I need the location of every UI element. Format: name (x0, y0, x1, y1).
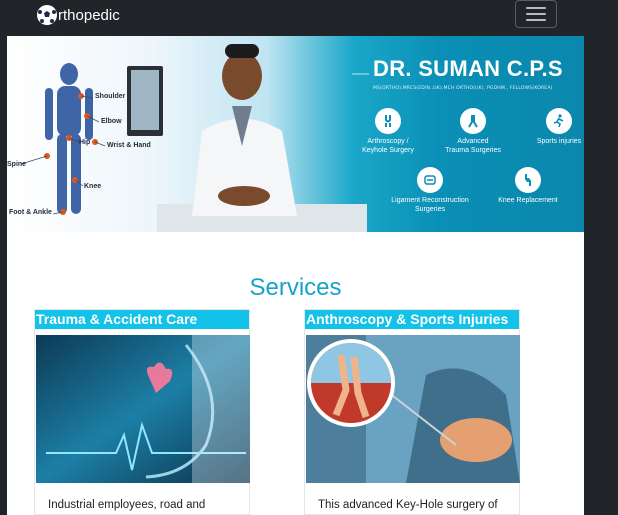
knee-replacement-icon (525, 174, 531, 186)
label-hip: Hip (79, 139, 91, 146)
brand-link[interactable]: rthopedic (35, 4, 120, 26)
left-edge (0, 36, 7, 515)
hamburger-menu-icon (526, 7, 546, 9)
label-wrist-hand: Wrist & Hand (107, 142, 151, 149)
ligament-icon (424, 175, 436, 185)
doctor-qualifications: MS(ORTHO),MRCS(EDIN.,UK),MCH ORTHO(UK), … (373, 86, 553, 91)
running-person-icon (553, 114, 564, 128)
leg-bone-icon (468, 115, 478, 128)
top-navbar: rthopedic (0, 0, 618, 36)
service-trauma: Advanced Trauma Surgeries (439, 108, 507, 155)
label-spine: Spine (7, 161, 27, 168)
soccer-ball-icon (37, 5, 57, 25)
brand-text: rthopedic (58, 6, 120, 24)
label-foot-ankle: Foot & Ankle (9, 209, 52, 216)
service-arthroscopy: Arthroscopy / Keyhole Surgery (357, 108, 419, 155)
knee-joint-icon (385, 115, 391, 127)
services-heading: Services (249, 274, 342, 301)
hero-banner: Shoulder Elbow Hip Wrist & Hand Spine Kn… (7, 36, 584, 232)
card-text: This advanced Key-Hole surgery of (318, 499, 498, 511)
service-ligament: Ligament Reconstruction Surgeries (382, 167, 478, 214)
card-text: Industrial employees, road and (48, 499, 206, 511)
label-knee: Knee (84, 183, 102, 190)
card-title: Trauma & Accident Care (35, 310, 249, 329)
service-sports-injuries: Sports injuries (531, 108, 584, 146)
doctor-name: DR. SUMAN C.P.S (373, 56, 563, 81)
service-card-trauma[interactable]: Trauma & Accident Care Industrial employ… (34, 309, 250, 515)
label-elbow: Elbow (101, 118, 122, 125)
service-knee-replacement: Knee Replacement (491, 167, 565, 205)
surgery-image (306, 335, 520, 483)
card-image-arthroscopy (306, 335, 520, 483)
card-title: Anthroscopy & Sports Injuries (305, 310, 519, 329)
menu-toggle-button[interactable] (515, 0, 557, 28)
right-edge (584, 36, 618, 515)
service-card-arthroscopy[interactable]: Anthroscopy & Sports Injuries This advan… (304, 309, 520, 515)
heartbeat-image (36, 335, 250, 483)
label-shoulder: Shoulder (95, 93, 126, 100)
card-image-trauma (36, 335, 250, 483)
